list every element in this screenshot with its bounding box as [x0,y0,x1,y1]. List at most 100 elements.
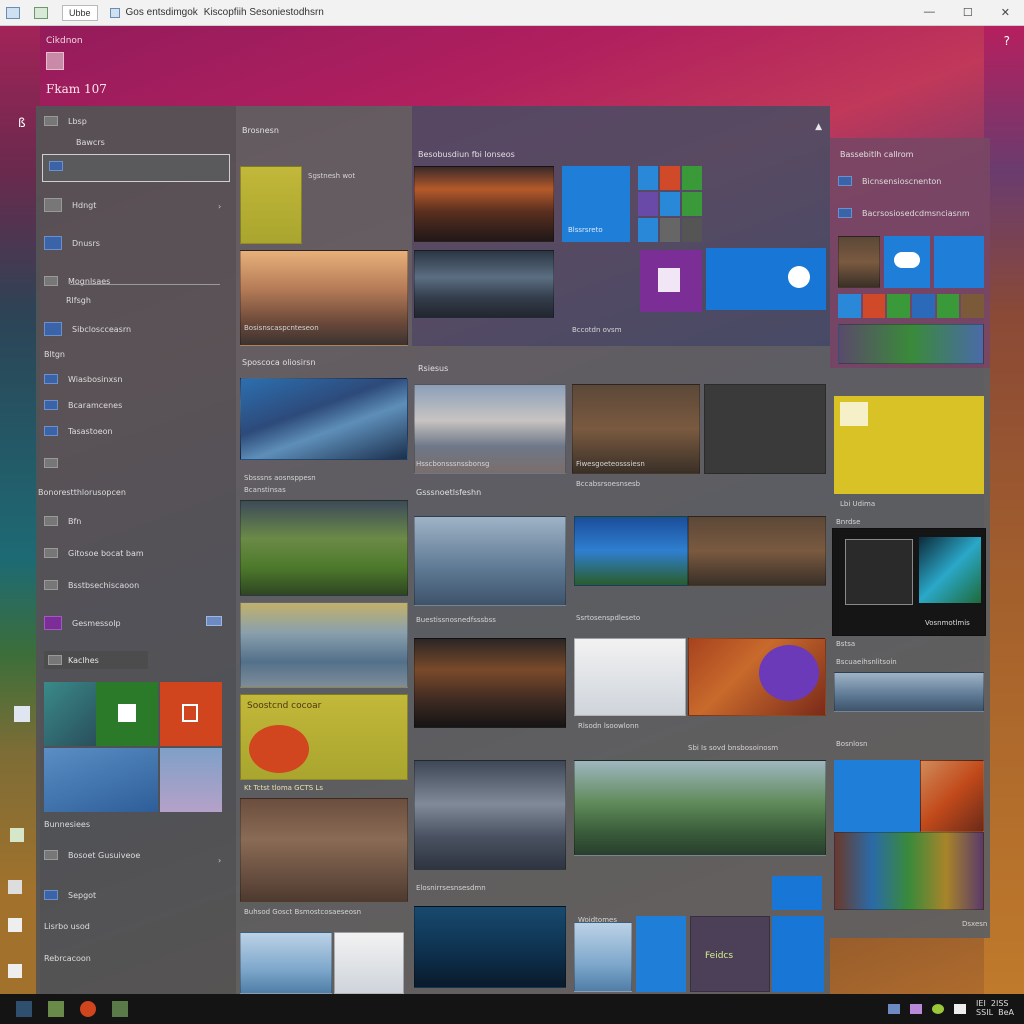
sidebar-item-10[interactable]: Bfn [44,516,81,526]
app-icon[interactable] [910,1004,923,1014]
search-input[interactable] [42,154,230,182]
maximize-icon[interactable]: ☐ [963,6,973,19]
image-card[interactable] [240,378,408,460]
browser-icon[interactable] [80,1001,96,1017]
sidebar-item-6[interactable]: Bltgn [44,350,65,359]
minimize-icon[interactable]: — [924,6,935,19]
recent-button[interactable]: Kaclhes [44,651,148,669]
sidebar-item-1[interactable]: Hdngt [44,198,96,212]
scroll-up-icon[interactable]: ▲ [815,122,822,132]
sidebar-item-settings[interactable] [44,458,58,468]
image-card[interactable] [240,602,408,688]
image-card[interactable] [414,760,566,870]
monitor-card[interactable]: Vosnmotlmis [832,528,986,636]
image-card[interactable] [414,166,554,242]
account-avatar[interactable] [46,52,64,70]
tile-blue[interactable]: Blssrsreto [562,166,630,242]
image-card[interactable] [920,760,984,832]
image-card[interactable] [834,672,984,712]
desktop-icon[interactable] [8,880,22,894]
tile-word[interactable] [96,682,158,746]
desktop-icon[interactable] [14,706,30,722]
desktop-icon[interactable]: ß [18,116,26,130]
tile-sky[interactable] [160,748,222,812]
image-card[interactable] [574,922,632,992]
image-card[interactable] [574,638,686,716]
sidebar-item-4[interactable]: Rlfsgh [66,296,91,305]
tile-blue[interactable] [834,760,920,832]
start-icon[interactable] [16,1001,32,1017]
image-card[interactable] [704,384,826,474]
desktop-icon[interactable] [10,828,24,842]
sidebar-item-13[interactable]: Gesmessolp [44,616,121,630]
list-item[interactable]: Bicnsensioscnenton [838,176,941,186]
image-card[interactable] [414,638,566,728]
sidebar-item-14[interactable]: Bunnesiees [44,820,90,829]
app-grid[interactable] [838,294,984,318]
sidebar-item-5[interactable]: Sibcloscceasrn [44,322,131,336]
file-icon[interactable] [34,6,48,19]
tile-blue[interactable] [636,916,686,992]
image-card[interactable] [240,932,332,994]
image-collage[interactable] [834,832,984,910]
image-card[interactable] [414,906,566,988]
desktop-icon[interactable] [8,918,22,932]
tile-onenote[interactable] [640,250,702,312]
tile-cloud[interactable] [884,236,930,288]
image-card[interactable] [414,516,566,606]
games-tile[interactable]: Feidcs [690,916,770,992]
tile-blue[interactable] [934,236,984,288]
sidebar-item-12[interactable]: Bsstbsechiscaoon [44,580,139,590]
chevron-right-icon[interactable]: › [218,202,221,211]
image-card[interactable] [414,250,554,318]
image-card[interactable] [574,760,826,856]
clock[interactable]: IEI 2ISS SSIL BeA [976,999,1014,1018]
support-icon [44,890,58,900]
pinned-tiles [44,682,224,812]
sidebar-item-17[interactable]: Lisrbo usod [44,922,90,931]
footer-label: Dsxesn [962,920,988,928]
banner-card[interactable]: Soostcnd cocoar [240,694,408,780]
sidebar-item-9[interactable]: Tasastoeon [44,426,113,436]
sidebar-item-15[interactable]: Bosoet Gusuiveoe [44,850,140,860]
sidebar-item-18[interactable]: Rebrcacoon [44,954,91,963]
chevron-right-icon[interactable]: › [218,856,221,865]
image-card[interactable] [688,516,826,586]
image-card[interactable] [838,236,880,288]
photos-icon[interactable] [48,1001,64,1017]
tile-store[interactable] [772,916,824,992]
app-icon[interactable] [932,1004,945,1014]
close-icon[interactable]: ✕ [1001,6,1010,19]
desktop-icon[interactable] [8,964,22,978]
mail-icon [44,276,58,286]
network-icon[interactable] [888,1004,901,1014]
sidebar-item-11[interactable]: Gitosoe bocat bam [44,548,144,558]
app-grid[interactable] [638,166,702,242]
list-item[interactable]: Bacrsosiosedcdmsnciasnm [838,208,970,218]
sidebar-header[interactable]: Lbsp [44,116,87,126]
help-icon[interactable]: ? [1004,34,1010,48]
thumbnail[interactable] [240,166,302,244]
tile-yellow[interactable] [834,396,984,494]
tile-store[interactable] [706,248,826,310]
sidebar-item-16[interactable]: Sepgot [44,890,96,900]
sidebar-item-label: Gesmessolp [72,618,121,628]
card-caption: Bccabsrsoesnsesb [576,480,641,488]
pin-icon[interactable] [206,616,222,626]
tile-bird[interactable] [44,748,158,812]
tab-main[interactable]: Ubbe [62,4,98,21]
image-card[interactable] [240,500,408,596]
image-card[interactable] [240,798,408,902]
sidebar-item-8[interactable]: Bcaramcenes [44,400,122,410]
tile-office[interactable] [160,682,222,746]
tile-teal[interactable] [44,682,96,746]
explorer-icon[interactable] [112,1001,128,1017]
sidebar-item-7[interactable]: Wiasbosinxsn [44,374,122,384]
sidebar-item-2[interactable]: Dnusrs [44,236,100,250]
image-card[interactable] [688,638,826,716]
image-card[interactable] [334,932,404,994]
image-card[interactable] [574,516,688,586]
tile-small[interactable] [772,876,822,910]
volume-icon[interactable] [954,1004,967,1014]
image-card[interactable] [838,324,984,364]
